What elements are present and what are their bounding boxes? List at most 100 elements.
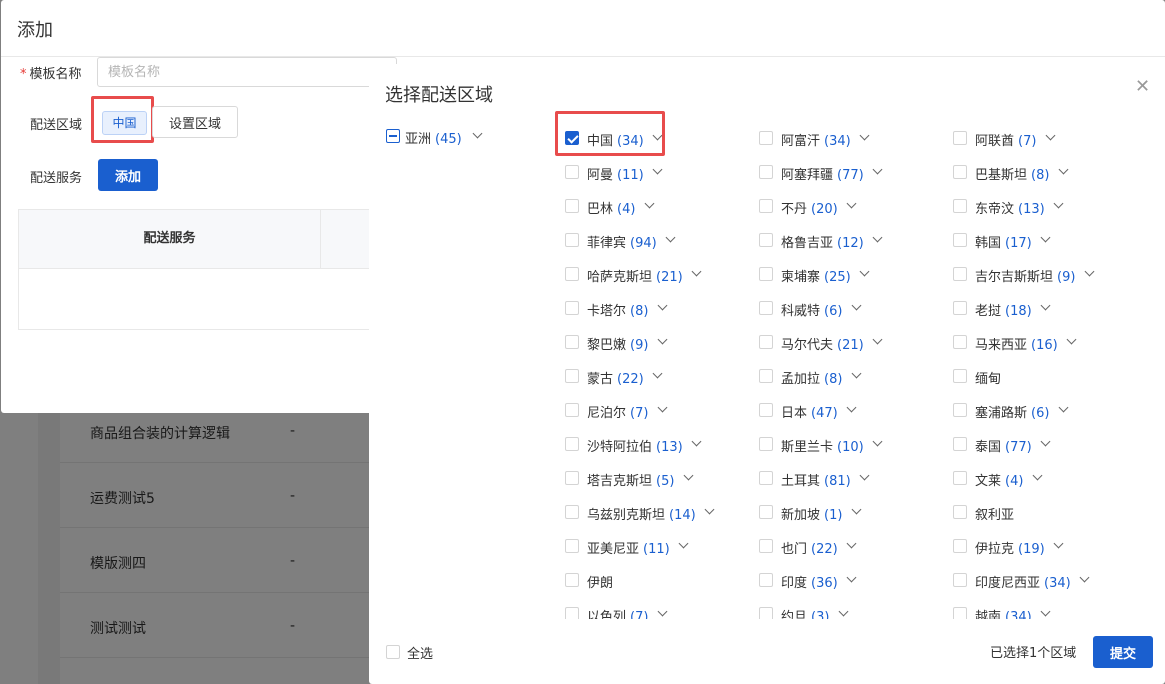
- chevron-down-icon[interactable]: [1040, 300, 1051, 311]
- country-checkbox[interactable]: [565, 607, 579, 619]
- chevron-down-icon[interactable]: [652, 368, 663, 379]
- chevron-down-icon[interactable]: [644, 198, 655, 209]
- country-label[interactable]: 塞浦路斯 (6): [975, 402, 1049, 421]
- country-label[interactable]: 乌兹别克斯坦 (14): [587, 504, 696, 523]
- country-label[interactable]: 土耳其 (81): [781, 470, 851, 489]
- country-checkbox[interactable]: [759, 301, 773, 315]
- country-label[interactable]: 叙利亚: [975, 504, 1014, 523]
- country-label[interactable]: 马来西亚 (16): [975, 334, 1058, 353]
- country-label[interactable]: 马尔代夫 (21): [781, 334, 864, 353]
- country-checkbox[interactable]: [953, 437, 967, 451]
- country-label[interactable]: 巴基斯坦 (8): [975, 164, 1049, 183]
- country-label[interactable]: 亚美尼亚 (11): [587, 538, 670, 557]
- country-label[interactable]: 韩国 (17): [975, 232, 1032, 251]
- country-checkbox[interactable]: [565, 233, 579, 247]
- chevron-down-icon[interactable]: [657, 334, 668, 345]
- set-region-button[interactable]: 设置区域: [152, 106, 238, 138]
- country-label[interactable]: 伊朗: [587, 572, 613, 591]
- country-checkbox[interactable]: [953, 471, 967, 485]
- country-checkbox[interactable]: [565, 199, 579, 213]
- country-checkbox[interactable]: [953, 199, 967, 213]
- country-label[interactable]: 伊拉克 (19): [975, 538, 1045, 557]
- template-name-input[interactable]: [97, 57, 397, 87]
- country-label[interactable]: 约旦 (3): [781, 606, 829, 619]
- country-checkbox[interactable]: [953, 233, 967, 247]
- country-label[interactable]: 沙特阿拉伯 (13): [587, 436, 683, 455]
- country-label[interactable]: 阿联酋 (7): [975, 130, 1036, 149]
- country-checkbox[interactable]: [953, 403, 967, 417]
- chevron-down-icon[interactable]: [1053, 538, 1064, 549]
- chevron-down-icon[interactable]: [657, 606, 668, 617]
- country-label[interactable]: 阿塞拜疆 (77): [781, 164, 864, 183]
- select-all-label[interactable]: 全选: [407, 643, 433, 662]
- country-checkbox[interactable]: [953, 131, 967, 145]
- country-checkbox[interactable]: [953, 607, 967, 619]
- country-checkbox[interactable]: [565, 165, 579, 179]
- country-checkbox[interactable]: [759, 403, 773, 417]
- country-checkbox[interactable]: [953, 335, 967, 349]
- chevron-down-icon[interactable]: [1040, 606, 1051, 617]
- chevron-down-icon[interactable]: [1079, 572, 1090, 583]
- country-label[interactable]: 也门 (22): [781, 538, 838, 557]
- chevron-down-icon[interactable]: [846, 572, 857, 583]
- country-label[interactable]: 以色列 (7): [587, 606, 648, 619]
- country-label[interactable]: 新加坡 (1): [781, 504, 842, 523]
- country-checkbox[interactable]: [759, 131, 773, 145]
- chevron-down-icon[interactable]: [872, 334, 883, 345]
- country-label[interactable]: 蒙古 (22): [587, 368, 644, 387]
- country-checkbox[interactable]: [953, 165, 967, 179]
- chevron-down-icon[interactable]: [704, 504, 715, 515]
- country-checkbox[interactable]: [565, 369, 579, 383]
- chevron-down-icon[interactable]: [846, 198, 857, 209]
- chevron-down-icon[interactable]: [691, 436, 702, 447]
- country-checkbox[interactable]: [759, 607, 773, 619]
- country-label[interactable]: 巴林 (4): [587, 198, 635, 217]
- country-checkbox[interactable]: [759, 573, 773, 587]
- chevron-down-icon[interactable]: [851, 368, 862, 379]
- chevron-down-icon[interactable]: [1058, 402, 1069, 413]
- chevron-down-icon[interactable]: [1040, 232, 1051, 243]
- country-label[interactable]: 文莱 (4): [975, 470, 1023, 489]
- country-label[interactable]: 缅甸: [975, 368, 1001, 387]
- country-label[interactable]: 格鲁吉亚 (12): [781, 232, 864, 251]
- country-checkbox[interactable]: [565, 301, 579, 315]
- chevron-down-icon[interactable]: [859, 130, 870, 141]
- chevron-down-icon[interactable]: [691, 266, 702, 277]
- country-checkbox[interactable]: [759, 233, 773, 247]
- country-label[interactable]: 斯里兰卡 (10): [781, 436, 864, 455]
- country-checkbox[interactable]: [565, 267, 579, 281]
- country-label[interactable]: 阿富汗 (34): [781, 130, 851, 149]
- chevron-down-icon[interactable]: [665, 232, 676, 243]
- chevron-down-icon[interactable]: [859, 266, 870, 277]
- country-label[interactable]: 科威特 (6): [781, 300, 842, 319]
- chevron-down-icon[interactable]: [1066, 334, 1077, 345]
- chevron-down-icon[interactable]: [1045, 130, 1056, 141]
- country-label[interactable]: 日本 (47): [781, 402, 838, 421]
- country-label[interactable]: 阿曼 (11): [587, 164, 644, 183]
- country-checkbox[interactable]: [759, 369, 773, 383]
- country-label[interactable]: 泰国 (77): [975, 436, 1032, 455]
- chevron-down-icon[interactable]: [872, 436, 883, 447]
- country-checkbox[interactable]: [953, 505, 967, 519]
- continent-label[interactable]: 亚洲 (45): [405, 128, 462, 147]
- region-list[interactable]: 亚洲 (45) 中国 (34) 阿富汗 (34) 阿联酋 (7) 阿曼 (11) 阿塞拜疆 (77)…: [369, 104, 1165, 619]
- chevron-down-icon[interactable]: [851, 300, 862, 311]
- country-label[interactable]: 印度 (36): [781, 572, 838, 591]
- chevron-down-icon[interactable]: [859, 470, 870, 481]
- country-checkbox[interactable]: [565, 471, 579, 485]
- chevron-down-icon[interactable]: [657, 402, 668, 413]
- country-checkbox[interactable]: [953, 539, 967, 553]
- country-checkbox[interactable]: [565, 403, 579, 417]
- country-label[interactable]: 孟加拉 (8): [781, 368, 842, 387]
- country-checkbox[interactable]: [953, 267, 967, 281]
- country-checkbox[interactable]: [565, 335, 579, 349]
- country-checkbox[interactable]: [565, 437, 579, 451]
- country-checkbox[interactable]: [759, 165, 773, 179]
- country-checkbox[interactable]: [953, 301, 967, 315]
- country-checkbox[interactable]: [759, 335, 773, 349]
- country-checkbox[interactable]: [759, 199, 773, 213]
- country-checkbox[interactable]: [953, 573, 967, 587]
- close-icon[interactable]: ✕: [1135, 76, 1150, 97]
- country-label[interactable]: 越南 (34): [975, 606, 1032, 619]
- country-label[interactable]: 黎巴嫩 (9): [587, 334, 648, 353]
